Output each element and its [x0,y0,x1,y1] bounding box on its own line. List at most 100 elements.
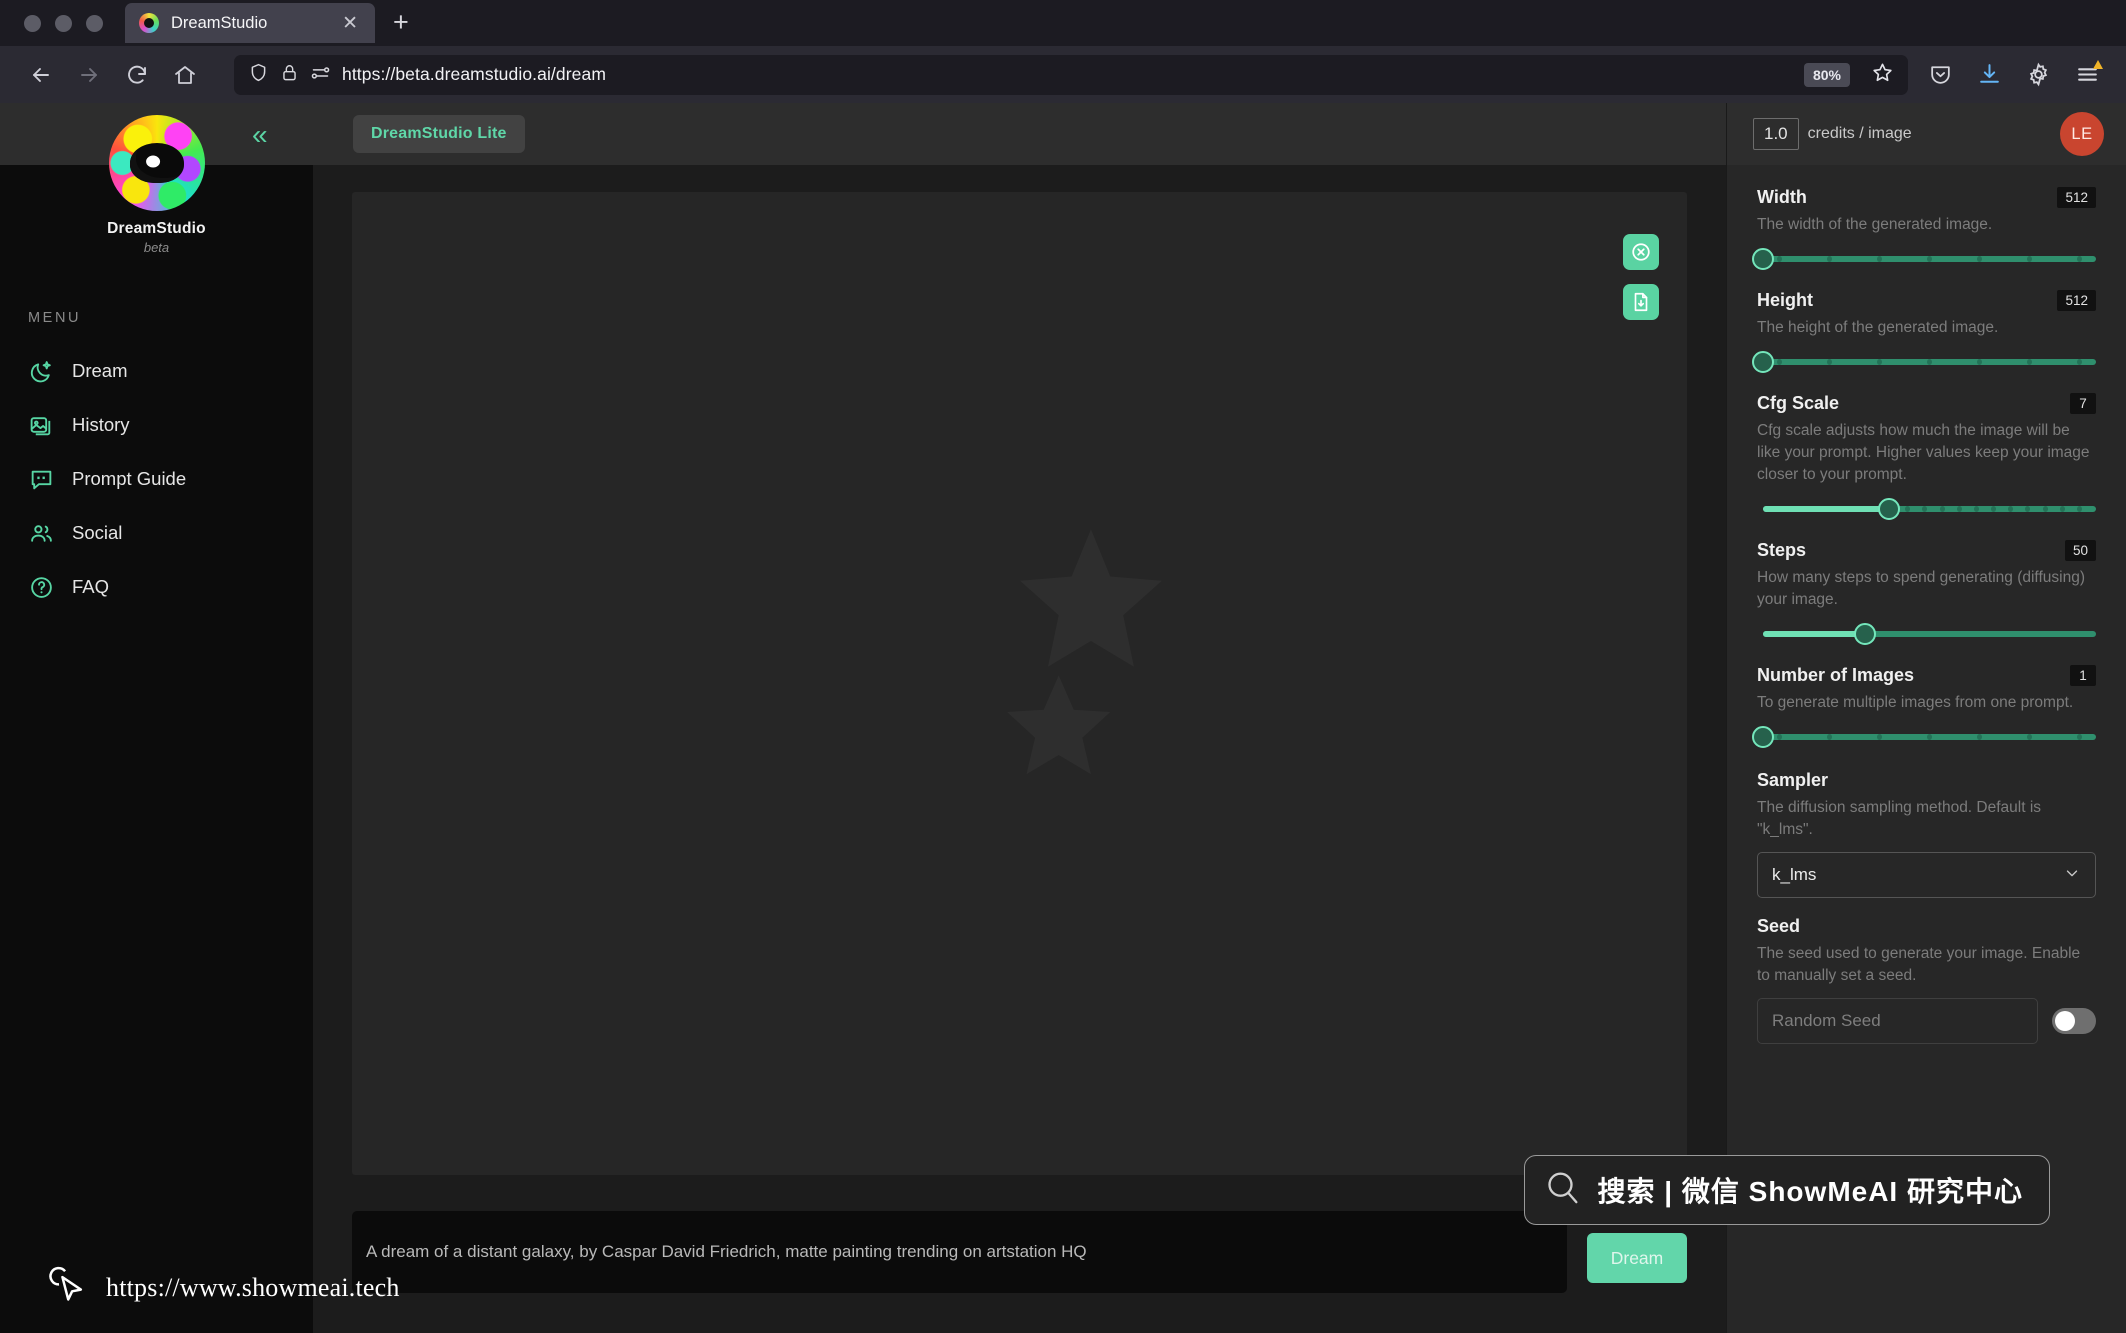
field-header: Seed [1757,916,2096,937]
credits-label: credits / image [1807,125,1912,142]
field-value: 512 [2057,290,2096,311]
quote-bubble-icon [28,466,54,492]
field-title: Sampler [1757,770,1829,790]
question-circle-icon [28,574,54,600]
sampler-select[interactable]: k_lms [1757,852,2096,898]
slider-ticks [1763,734,2096,740]
forward-button[interactable] [68,54,110,96]
images-stack-icon [28,412,54,438]
image-canvas[interactable] [352,192,1687,1175]
sidebar-item-label: Prompt Guide [72,468,187,489]
minimize-window-dot[interactable] [55,14,72,32]
download-button[interactable] [1623,284,1659,320]
sidebar-item-history[interactable]: History [0,398,313,452]
field-description: The height of the generated image. [1757,319,1999,336]
sidebar-item-faq[interactable]: FAQ [0,560,313,614]
field-header: Sampler [1757,770,2096,791]
sidebar-item-social[interactable]: Social [0,506,313,560]
app-menu-icon[interactable] [2075,60,2103,87]
close-icon[interactable]: ✕ [337,11,363,36]
field-title: Number of Images [1757,665,1915,685]
width-slider[interactable] [1752,246,2096,272]
slider-thumb[interactable] [1854,623,1876,645]
collapse-sidebar-button[interactable]: « [252,121,267,149]
lock-icon[interactable] [280,63,299,87]
address-bar[interactable]: https://beta.dreamstudio.ai/dream 80% [234,54,1908,95]
slider-thumb[interactable] [1752,726,1774,748]
back-button[interactable] [20,54,62,96]
sidebar-item-label: FAQ [72,576,110,597]
field-title: Steps [1757,540,1807,560]
close-window-dot[interactable] [24,14,41,32]
new-tab-button[interactable]: + [393,9,409,36]
watermark-left-text: https://www.showmeai.tech [106,1272,400,1302]
field-description: The width of the generated image. [1757,216,1993,233]
search-icon [1543,1168,1583,1213]
field-description: Cfg scale adjusts how much the image wil… [1757,422,2090,483]
workspace: A dream of a distant galaxy, by Caspar D… [313,165,1726,1333]
dream-button[interactable]: Dream [1587,1233,1687,1283]
reload-button[interactable] [116,54,158,96]
setting-steps: Steps 50 How many steps to spend generat… [1757,540,2096,647]
chevron-down-icon [2063,864,2081,886]
setting-height: Height 512 The height of the generated i… [1752,290,2096,375]
settings-header: 1.0 credits / image LE [1727,103,2126,165]
field-value: 7 [2070,393,2096,414]
slider-thumb[interactable] [1752,248,1774,270]
dreamstudio-lite-button[interactable]: DreamStudio Lite [353,115,525,153]
zoom-level-badge[interactable]: 80% [1803,62,1850,87]
field-header: Steps 50 [1757,540,2096,561]
slider-thumb[interactable] [1752,351,1774,373]
dreamstudio-app: DreamStudio beta « MENU Dream History Pr… [0,103,2126,1333]
field-description: How many steps to spend generating (diff… [1757,569,2085,608]
permissions-icon[interactable] [310,62,331,88]
slider-fill [1763,506,1883,512]
shield-icon[interactable] [248,62,269,88]
credits-value: 1.0 [1753,118,1799,150]
settings-gear-icon[interactable] [2026,62,2051,87]
steps-slider[interactable] [1757,621,2096,647]
number-of-images-slider[interactable] [1752,724,2096,750]
dreamstudio-favicon-icon [139,13,159,33]
pocket-icon[interactable] [1928,62,1953,87]
avatar[interactable]: LE [2060,112,2104,156]
slider-thumb[interactable] [1878,498,1900,520]
field-title: Height [1757,290,1813,310]
seed-toggle[interactable] [2052,1008,2096,1034]
watermark-left: https://www.showmeai.tech [48,1264,400,1311]
home-button[interactable] [164,54,206,96]
brand-beta-label: beta [143,240,170,255]
settings-panel: 1.0 credits / image LE Width 512 The wid… [1726,103,2126,1333]
browser-tab[interactable]: DreamStudio ✕ [125,3,375,43]
window-controls[interactable] [14,0,125,46]
maximize-window-dot[interactable] [86,14,103,32]
cfg-scale-slider[interactable] [1757,496,2096,522]
sidebar-item-label: History [72,414,130,435]
field-title: Cfg Scale [1757,393,1840,413]
downloads-icon[interactable] [1977,62,2002,87]
field-description: The diffusion sampling method. Default i… [1757,799,2042,838]
navigation-toolbar: https://beta.dreamstudio.ai/dream 80% [0,46,2126,103]
watermark-right: 搜索 | 微信 ShowMeAI 研究中心 [1524,1155,2050,1225]
field-header: Height 512 [1757,290,2096,311]
sidebar-item-label: Social [72,522,123,543]
clear-canvas-button[interactable] [1623,234,1659,270]
moon-sparkle-icon [28,358,54,384]
sidebar-item-prompt-guide[interactable]: Prompt Guide [0,452,313,506]
field-header: Number of Images 1 [1757,665,2096,686]
browser-toolbar-icons [1928,60,2106,87]
height-slider[interactable] [1752,349,2096,375]
seed-input[interactable]: Random Seed [1757,998,2038,1044]
sidebar-item-dream[interactable]: Dream [0,344,313,398]
field-title: Seed [1757,916,1801,936]
prompt-row: A dream of a distant galaxy, by Caspar D… [352,1211,1687,1293]
sidebar-menu: Dream History Prompt Guide Social FAQ [0,344,313,614]
field-value: 512 [2057,187,2096,208]
crescent-moon-stars-icon [836,494,1162,873]
seed-placeholder: Random Seed [1772,1011,1881,1030]
bookmark-star-icon[interactable] [1871,61,1894,89]
field-header: Cfg Scale 7 [1757,393,2096,414]
menu-section-label: MENU [28,310,82,326]
prompt-input[interactable]: A dream of a distant galaxy, by Caspar D… [352,1211,1567,1293]
url-text: https://beta.dreamstudio.ai/dream [342,64,606,84]
